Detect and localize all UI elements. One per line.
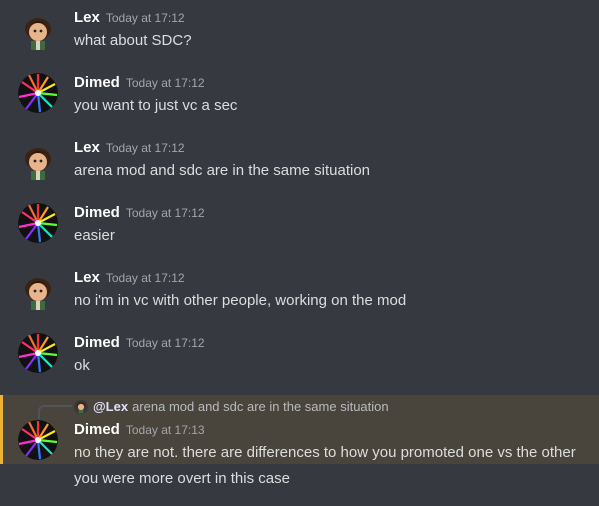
dimed-avatar-icon [18,203,58,243]
timestamp: Today at 17:12 [105,141,185,155]
timestamp: Today at 17:12 [125,206,205,220]
lex-avatar-icon [18,142,58,182]
reply-avatar [74,399,88,414]
author-name[interactable]: Lex Today at 17:12 [74,269,185,286]
avatar[interactable] [18,203,58,243]
author-name[interactable]: Dimed Today at 17:13 [74,421,205,438]
author-name[interactable]: Dimed Today at 17:12 [74,204,205,221]
avatar[interactable] [18,73,58,113]
message-text: arena mod and sdc are in the same situat… [74,162,371,179]
mention-highlight-bar [0,395,3,464]
message-text: easier [74,227,115,244]
message-text: you were more overt in this case [74,470,290,487]
timestamp: Today at 17:12 [105,271,185,285]
timestamp: Today at 17:12 [125,76,205,90]
dimed-avatar-icon [18,333,58,373]
message-text: ok [74,357,90,374]
avatar[interactable] [18,142,58,182]
avatar[interactable] [18,333,58,373]
reply-spine [38,405,72,419]
reply-mention[interactable]: @Lex [93,399,128,414]
message-text: no i'm in vc with other people, working … [74,292,407,309]
avatar[interactable] [18,272,58,312]
avatar[interactable] [18,12,58,52]
timestamp: Today at 17:13 [125,423,205,437]
message-text: what about SDC? [74,32,192,49]
lex-avatar-icon [74,399,88,414]
author-name[interactable]: Lex Today at 17:12 [74,9,185,26]
lex-avatar-icon [18,12,58,52]
reply-reference[interactable]: @Lex arena mod and sdc are in the same s… [74,399,389,414]
dimed-avatar-icon [18,73,58,113]
lex-avatar-icon [18,272,58,312]
message-text: no they are not. there are differences t… [74,444,576,461]
message-text: you want to just vc a sec [74,97,238,114]
reply-preview-text: arena mod and sdc are in the same situat… [132,399,389,414]
timestamp: Today at 17:12 [105,11,185,25]
dimed-avatar-icon [18,420,58,460]
author-name[interactable]: Lex Today at 17:12 [74,139,185,156]
timestamp: Today at 17:12 [125,336,205,350]
author-name[interactable]: Dimed Today at 17:12 [74,334,205,351]
avatar[interactable] [18,420,58,460]
author-name[interactable]: Dimed Today at 17:12 [74,74,205,91]
